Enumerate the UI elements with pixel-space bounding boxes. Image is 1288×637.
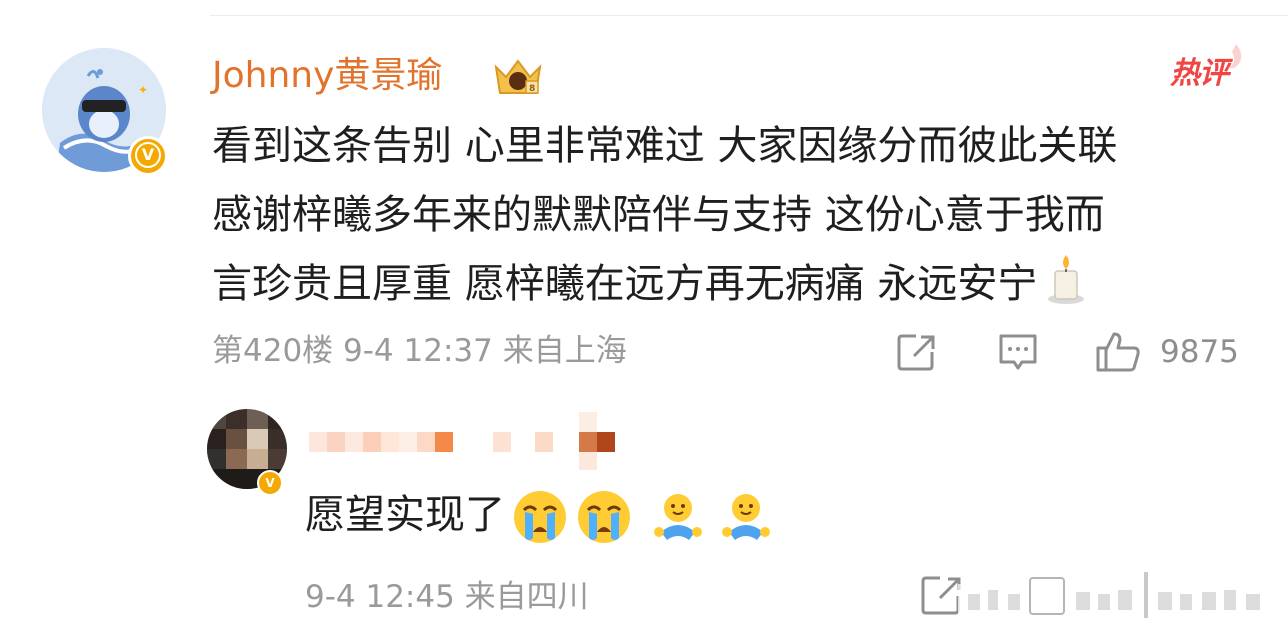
like-count: 9875: [1160, 334, 1239, 370]
like-icon: [1096, 332, 1140, 372]
top-divider: [210, 15, 1288, 16]
svg-text:8: 8: [529, 84, 535, 94]
comment-body: 看到这条告别 心里非常难过 大家因缘分而彼此关联 感谢梓曦多年来的默默陪伴与支持 …: [212, 112, 1242, 319]
comment-username[interactable]: Johnny黄景瑜: [212, 50, 442, 102]
reply-actions-watermarked[interactable]: [918, 570, 1288, 622]
svg-text:✦: ✦: [138, 83, 148, 97]
reply-body: 愿望实现了: [305, 486, 775, 546]
comment-line-3-text: 言珍贵且厚重 愿梓曦在远方再无病痛 永远安宁: [212, 261, 1038, 307]
comment-line-1: 看到这条告别 心里非常难过 大家因缘分而彼此关联: [212, 123, 1118, 169]
crying-emoji: [514, 491, 566, 543]
reply-verified-badge: V: [257, 470, 283, 496]
crying-emoji: [578, 491, 630, 543]
comment-line-2: 感谢梓曦多年来的默默陪伴与支持 这份心意于我而: [212, 192, 1105, 238]
hug-emoji: [722, 494, 770, 540]
flame-icon: [1228, 44, 1242, 69]
verified-v-badge: V: [128, 136, 168, 176]
crown-badge-icon: 8: [494, 59, 542, 94]
comment-line-3: 言珍贵且厚重 愿梓曦在远方再无病痛 永远安宁: [212, 250, 1242, 319]
hug-emoji: [654, 494, 702, 540]
like-button[interactable]: 9875: [1094, 330, 1254, 374]
comment-meta: 第420楼 9-4 12:37 来自上海: [212, 333, 627, 369]
reply-text: 愿望实现了: [305, 492, 505, 538]
share-icon[interactable]: [894, 330, 938, 374]
candle-emoji: [1048, 255, 1085, 304]
reply-meta: 9-4 12:45 来自四川: [305, 579, 589, 615]
reply-username-blurred: [309, 412, 615, 470]
comment-icon[interactable]: [996, 330, 1040, 374]
